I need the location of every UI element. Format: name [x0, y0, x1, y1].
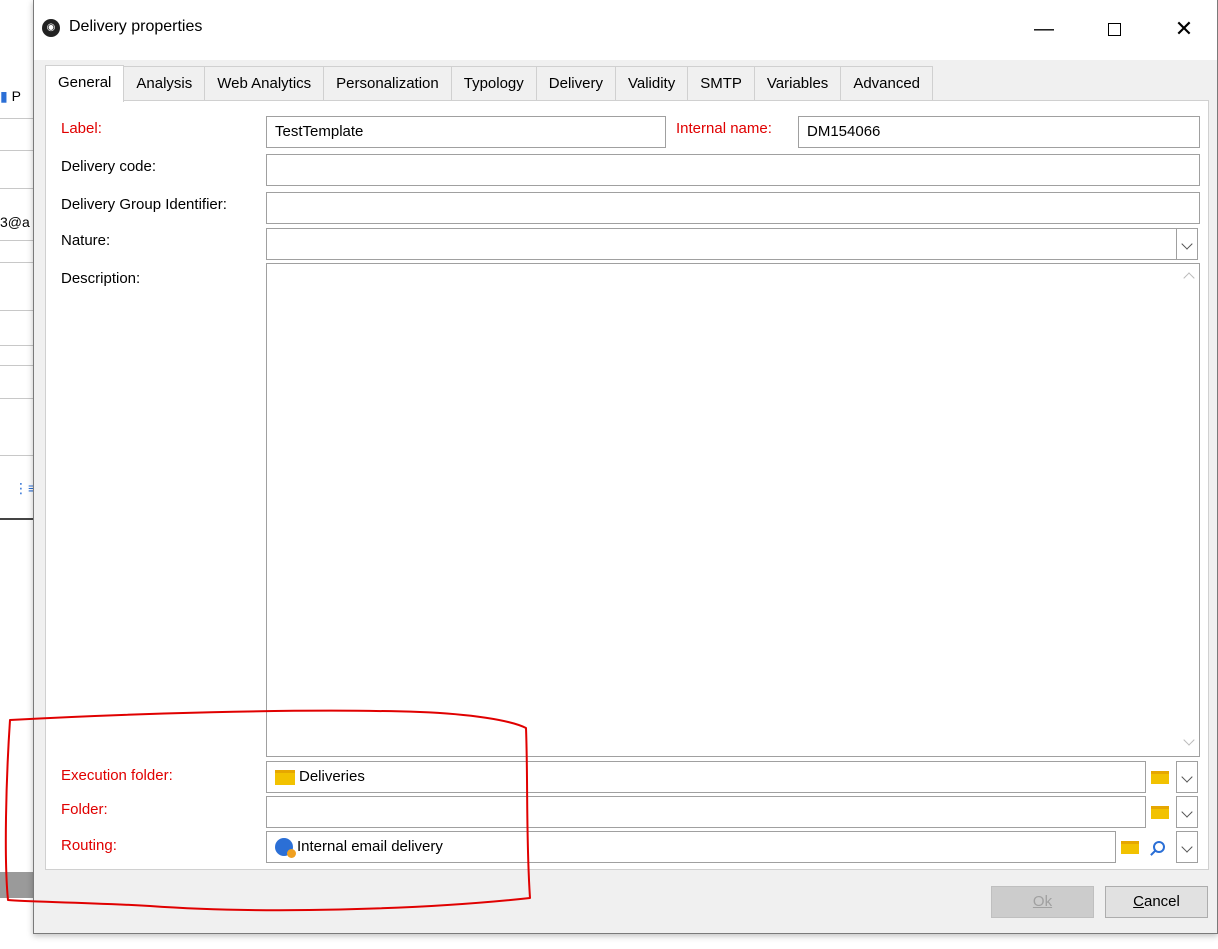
execution-folder-input[interactable]: Deliveries	[266, 761, 1146, 793]
tab-typology[interactable]: Typology	[451, 66, 537, 101]
background-divider	[0, 118, 34, 119]
routing-input[interactable]: Internal email delivery	[266, 831, 1116, 863]
background-divider	[0, 398, 34, 399]
folder-label: Folder:	[61, 801, 108, 818]
background-divider	[0, 345, 34, 346]
search-icon	[1153, 841, 1165, 854]
cancel-button-accesskey: C	[1133, 893, 1144, 910]
close-button[interactable]: ✕	[1164, 12, 1204, 46]
label-input[interactable]: TestTemplate	[266, 116, 666, 148]
description-label: Description:	[61, 270, 141, 287]
maximize-button[interactable]	[1094, 12, 1134, 46]
app-logo-icon: ◉	[42, 19, 60, 37]
background-divider	[0, 150, 34, 151]
chevron-down-icon	[1181, 238, 1193, 250]
scroll-down-icon[interactable]	[1183, 734, 1195, 746]
background-statusbar	[0, 872, 34, 898]
folder-icon	[1151, 770, 1169, 784]
cancel-button[interactable]: Cancel	[1105, 886, 1208, 918]
tab-bar: General Analysis Web Analytics Personali…	[45, 65, 934, 102]
tab-analysis[interactable]: Analysis	[124, 66, 206, 101]
execution-folder-browse-button[interactable]	[1147, 761, 1173, 793]
background-app-text: ▮ P	[0, 88, 21, 104]
tab-web-analytics[interactable]: Web Analytics	[205, 66, 325, 101]
minimize-button[interactable]: —	[1024, 12, 1064, 46]
chevron-down-icon	[1181, 771, 1193, 783]
background-divider	[0, 240, 34, 241]
folder-icon	[275, 769, 295, 785]
delivery-code-label: Delivery code:	[61, 158, 157, 175]
folder-dropdown-button[interactable]	[1176, 796, 1198, 828]
nature-dropdown-button[interactable]	[1176, 228, 1198, 260]
description-textarea[interactable]	[266, 263, 1200, 757]
internal-name-label: Internal name:	[676, 120, 772, 137]
delivery-properties-dialog: ◉ Delivery properties — ✕ General Analys…	[33, 0, 1218, 934]
delivery-group-identifier-input[interactable]	[266, 192, 1200, 224]
ok-button-label: Ok	[1032, 893, 1053, 910]
tab-validity[interactable]: Validity	[615, 66, 689, 101]
maximize-icon	[1107, 23, 1121, 37]
folder-icon	[1151, 805, 1169, 819]
label-field-label: Label:	[61, 120, 102, 137]
tab-smtp[interactable]: SMTP	[688, 66, 755, 101]
folder-browse-button[interactable]	[1147, 796, 1173, 828]
nature-select[interactable]	[266, 228, 1177, 260]
routing-dropdown-button[interactable]	[1176, 831, 1198, 863]
background-divider	[0, 262, 34, 263]
background-divider	[0, 310, 34, 311]
scroll-up-icon[interactable]	[1183, 272, 1195, 284]
chevron-down-icon	[1181, 806, 1193, 818]
background-app: ▮ P 3@a ⋮≡	[0, 0, 36, 949]
background-divider	[0, 365, 34, 366]
tab-delivery[interactable]: Delivery	[536, 66, 616, 101]
routing-browse-button[interactable]	[1117, 831, 1143, 863]
tab-general[interactable]: General	[45, 65, 125, 102]
routing-value: Internal email delivery	[297, 838, 443, 855]
folder-input[interactable]	[266, 796, 1146, 828]
routing-search-button[interactable]	[1146, 831, 1172, 863]
routing-label: Routing:	[61, 837, 117, 854]
execution-folder-value: Deliveries	[299, 768, 365, 785]
delivery-group-identifier-label: Delivery Group Identifier:	[61, 196, 227, 213]
chevron-down-icon	[1181, 841, 1193, 853]
delivery-code-input[interactable]	[266, 154, 1200, 186]
background-app-text: 3@a	[0, 214, 30, 230]
cancel-button-label: ancel	[1143, 893, 1180, 910]
title-bar: ◉ Delivery properties — ✕	[34, 0, 1217, 60]
folder-icon	[1121, 840, 1139, 854]
background-divider	[0, 455, 34, 456]
execution-folder-label: Execution folder:	[61, 767, 173, 784]
internal-name-input[interactable]: DM154066	[798, 116, 1200, 148]
execution-folder-dropdown-button[interactable]	[1176, 761, 1198, 793]
window-title: Delivery properties	[69, 18, 203, 35]
background-divider	[0, 188, 34, 189]
routing-gear-icon	[275, 838, 296, 859]
general-tab-panel: Label: TestTemplate Internal name: DM154…	[45, 100, 1209, 870]
nature-label: Nature:	[61, 232, 111, 249]
tab-advanced[interactable]: Advanced	[841, 66, 934, 101]
background-divider	[0, 518, 34, 520]
ok-button[interactable]: Ok	[991, 886, 1094, 918]
tab-variables[interactable]: Variables	[754, 66, 842, 101]
tab-personalization[interactable]: Personalization	[324, 66, 452, 101]
